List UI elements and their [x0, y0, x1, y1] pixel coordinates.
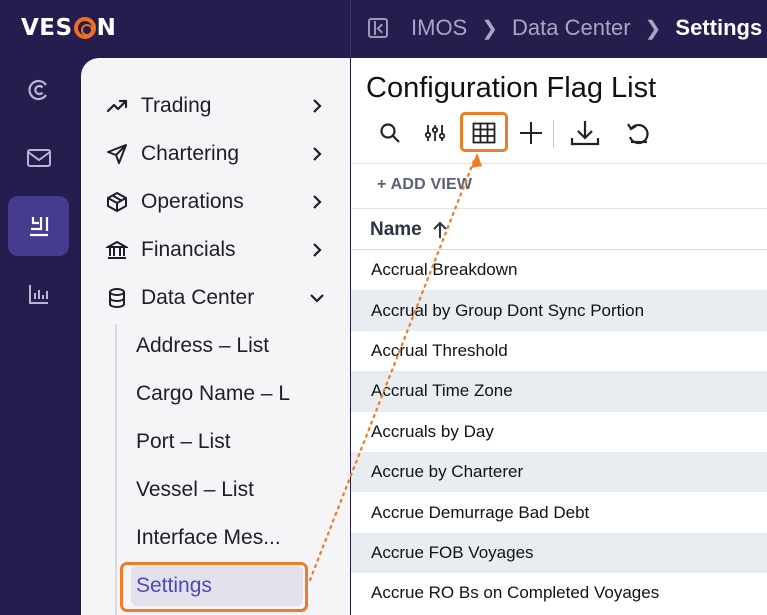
- nav-item-operations[interactable]: Operations: [105, 185, 325, 219]
- box-icon: [105, 190, 129, 214]
- collapse-sidebar-icon[interactable]: [368, 18, 388, 38]
- sub-item-interface-messages[interactable]: Interface Mes...: [136, 521, 298, 555]
- breadcrumb: IMOS ❯ Data Center ❯ Settings: [411, 14, 762, 42]
- breadcrumb-current: Settings: [675, 15, 763, 40]
- nav-item-label: Financials: [141, 238, 236, 261]
- trending-icon: [105, 94, 129, 118]
- sub-item-vessel-list[interactable]: Vessel – List: [136, 473, 298, 507]
- reports-icon[interactable]: [8, 196, 69, 256]
- chart-icon[interactable]: [8, 264, 69, 324]
- search-icon[interactable]: [373, 116, 407, 150]
- mail-icon[interactable]: [8, 128, 69, 188]
- chevron-right-icon: ❯: [644, 17, 662, 40]
- plus-icon[interactable]: [514, 116, 548, 150]
- grid-highlight-box: [460, 112, 508, 152]
- table-row[interactable]: Accrual Threshold: [351, 331, 767, 371]
- logo-text-left: VES: [21, 15, 73, 41]
- table-row[interactable]: Accrue FOB Voyages: [351, 532, 767, 574]
- divider: [351, 208, 767, 209]
- send-icon: [105, 142, 129, 166]
- table-row[interactable]: Accrue by Charterer: [351, 451, 767, 493]
- nav-item-label: Trading: [141, 94, 212, 117]
- sub-item-address-list[interactable]: Address – List: [136, 329, 298, 363]
- undo-icon[interactable]: [622, 116, 656, 150]
- table-row[interactable]: Accruals by Day: [351, 412, 767, 452]
- chevron-down-icon: [309, 286, 325, 310]
- table-row[interactable]: Accrual by Group Dont Sync Portion: [351, 290, 767, 331]
- table-row[interactable]: Accrue Demurrage Bad Debt: [351, 492, 767, 532]
- nav-item-label: Operations: [141, 190, 244, 213]
- logo-o-mark: [73, 17, 96, 39]
- table-row[interactable]: Accrue RO Bs on Completed Voyages: [351, 573, 767, 613]
- bank-icon: [105, 238, 129, 262]
- table-row[interactable]: Accrual Breakdown: [351, 250, 767, 290]
- logo-text-right: N: [96, 15, 117, 41]
- chevron-right-icon: [309, 238, 325, 262]
- column-header-name[interactable]: Name: [370, 217, 448, 243]
- submenu-guide-line: [115, 324, 117, 615]
- nav-item-financials[interactable]: Financials: [105, 233, 325, 267]
- table-body: Accrual Breakdown Accrual by Group Dont …: [351, 250, 767, 614]
- top-divider: [350, 0, 351, 58]
- column-header-label: Name: [370, 219, 422, 240]
- chevron-right-icon: ❯: [481, 17, 498, 40]
- nav-item-label: Chartering: [141, 142, 240, 165]
- main-content: Configuration Flag List + ADD VIEW Name …: [351, 58, 767, 615]
- chevron-right-icon: [309, 94, 325, 118]
- chevron-right-icon: [309, 142, 325, 166]
- download-icon[interactable]: [568, 116, 602, 150]
- toolbar-divider: [553, 120, 554, 148]
- sort-arrow-up-icon: [432, 221, 448, 239]
- nav-item-trading[interactable]: Trading: [105, 89, 325, 123]
- nav-item-label: Data Center: [141, 286, 255, 309]
- sub-item-port-list[interactable]: Port – List: [136, 425, 298, 459]
- breadcrumb-imos[interactable]: IMOS: [411, 15, 467, 41]
- vessel-c-icon[interactable]: [8, 60, 69, 120]
- veson-logo[interactable]: VES N: [21, 13, 116, 43]
- nav-item-data-center[interactable]: Data Center: [105, 281, 325, 315]
- add-view-button[interactable]: + ADD VIEW: [377, 176, 472, 194]
- page-title: Configuration Flag List: [366, 72, 657, 104]
- settings-highlight-box: [120, 562, 308, 612]
- navigation-panel: Trading Chartering Operations Financials…: [81, 58, 350, 615]
- chevron-right-icon: [309, 190, 325, 214]
- divider: [351, 163, 767, 164]
- top-bar: VES N IMOS ❯ Data Center ❯ Settings: [0, 0, 767, 58]
- database-icon: [105, 286, 129, 310]
- nav-item-chartering[interactable]: Chartering: [105, 137, 325, 171]
- breadcrumb-data-center[interactable]: Data Center: [512, 15, 631, 41]
- sub-item-cargo-name-list[interactable]: Cargo Name – L: [136, 377, 298, 411]
- filter-sliders-icon[interactable]: [418, 116, 452, 150]
- table-row[interactable]: Accrual Time Zone: [351, 371, 767, 412]
